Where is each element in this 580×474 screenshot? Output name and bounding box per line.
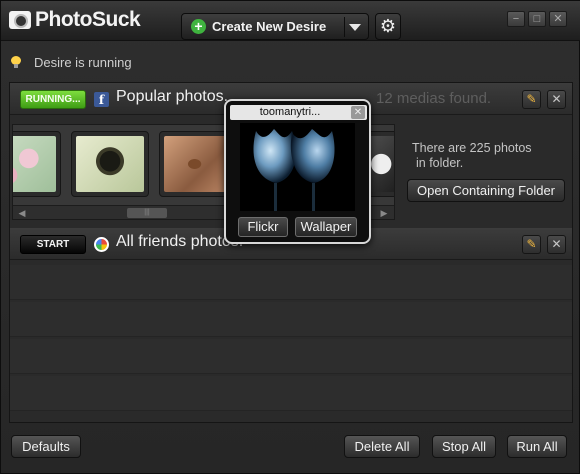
run-all-button[interactable]: Run All (507, 435, 567, 458)
delete-desire-button[interactable]: ✕ (547, 235, 566, 254)
empty-slot (10, 339, 572, 374)
folder-info-line-1: There are 225 photos (412, 141, 532, 155)
open-containing-folder-button[interactable]: Open Containing Folder (407, 179, 565, 202)
dandelion-image (76, 136, 144, 192)
pencil-icon: ✎ (526, 237, 537, 251)
empty-slot (10, 376, 572, 411)
popup-title: toomanytri... (259, 106, 321, 118)
chevron-down-icon[interactable] (349, 24, 361, 31)
scroll-right-icon[interactable]: ▶ (379, 208, 389, 218)
create-new-desire-label: Create New Desire (212, 19, 327, 34)
picasa-icon (94, 237, 109, 252)
pencil-icon: ✎ (526, 92, 537, 106)
close-window-button[interactable]: ✕ (549, 11, 567, 27)
camera-icon (9, 11, 31, 29)
edit-desire-button[interactable]: ✎ (522, 235, 541, 254)
status-text: Desire is running (34, 54, 132, 70)
settings-button[interactable]: ⚙ (375, 13, 401, 40)
close-icon: ✕ (551, 237, 562, 251)
running-button[interactable]: RUNNING... (20, 90, 86, 109)
stop-all-button[interactable]: Stop All (432, 435, 496, 458)
facebook-icon: f (94, 92, 109, 107)
medias-found-text: 12 medias found. (376, 90, 492, 107)
delete-all-button[interactable]: Delete All (344, 435, 420, 458)
scroll-left-icon[interactable]: ◀ (17, 208, 27, 218)
lightbulb-icon (11, 56, 21, 68)
maximize-button[interactable]: □ (528, 11, 546, 27)
thumbnail[interactable] (71, 131, 149, 197)
app-name: PhotoSuck (35, 8, 141, 31)
desire-title: Popular photos. (116, 88, 229, 105)
hummingbird-image (164, 136, 232, 192)
status-line: Desire is running (11, 53, 132, 71)
start-button[interactable]: START (20, 235, 86, 254)
edit-desire-button[interactable]: ✎ (522, 90, 541, 109)
pink-flowers-image (13, 136, 56, 192)
folder-info: There are 225 photos in folder. (412, 141, 562, 171)
flickr-button[interactable]: Flickr (238, 217, 288, 237)
empty-slot (10, 265, 572, 300)
scroll-thumb[interactable]: ||| (127, 208, 167, 218)
folder-info-line-2: in folder. (416, 156, 464, 170)
wallpaper-button[interactable]: Wallaper (295, 217, 357, 237)
create-new-desire-button[interactable]: + Create New Desire (181, 13, 369, 40)
tulip-image (240, 123, 355, 211)
minimize-button[interactable]: − (507, 11, 525, 27)
defaults-button[interactable]: Defaults (11, 435, 81, 458)
popup-title-bar: toomanytri... ✕ (230, 105, 367, 120)
empty-slot (10, 302, 572, 337)
thumbnail[interactable] (13, 131, 61, 197)
photo-preview-popup: toomanytri... ✕ Flickr Wallaper (224, 99, 371, 244)
app-logo: PhotoSuck (9, 7, 141, 33)
gear-icon: ⚙ (379, 16, 397, 36)
photosuck-window: PhotoSuck + Create New Desire ⚙ − □ ✕ De… (0, 0, 580, 474)
popup-close-button[interactable]: ✕ (351, 106, 365, 119)
delete-desire-button[interactable]: ✕ (547, 90, 566, 109)
close-icon: ✕ (551, 92, 562, 106)
dropdown-divider (344, 17, 345, 37)
title-bar: PhotoSuck + Create New Desire ⚙ − □ ✕ (1, 1, 580, 41)
plus-circle-icon: + (191, 19, 206, 34)
